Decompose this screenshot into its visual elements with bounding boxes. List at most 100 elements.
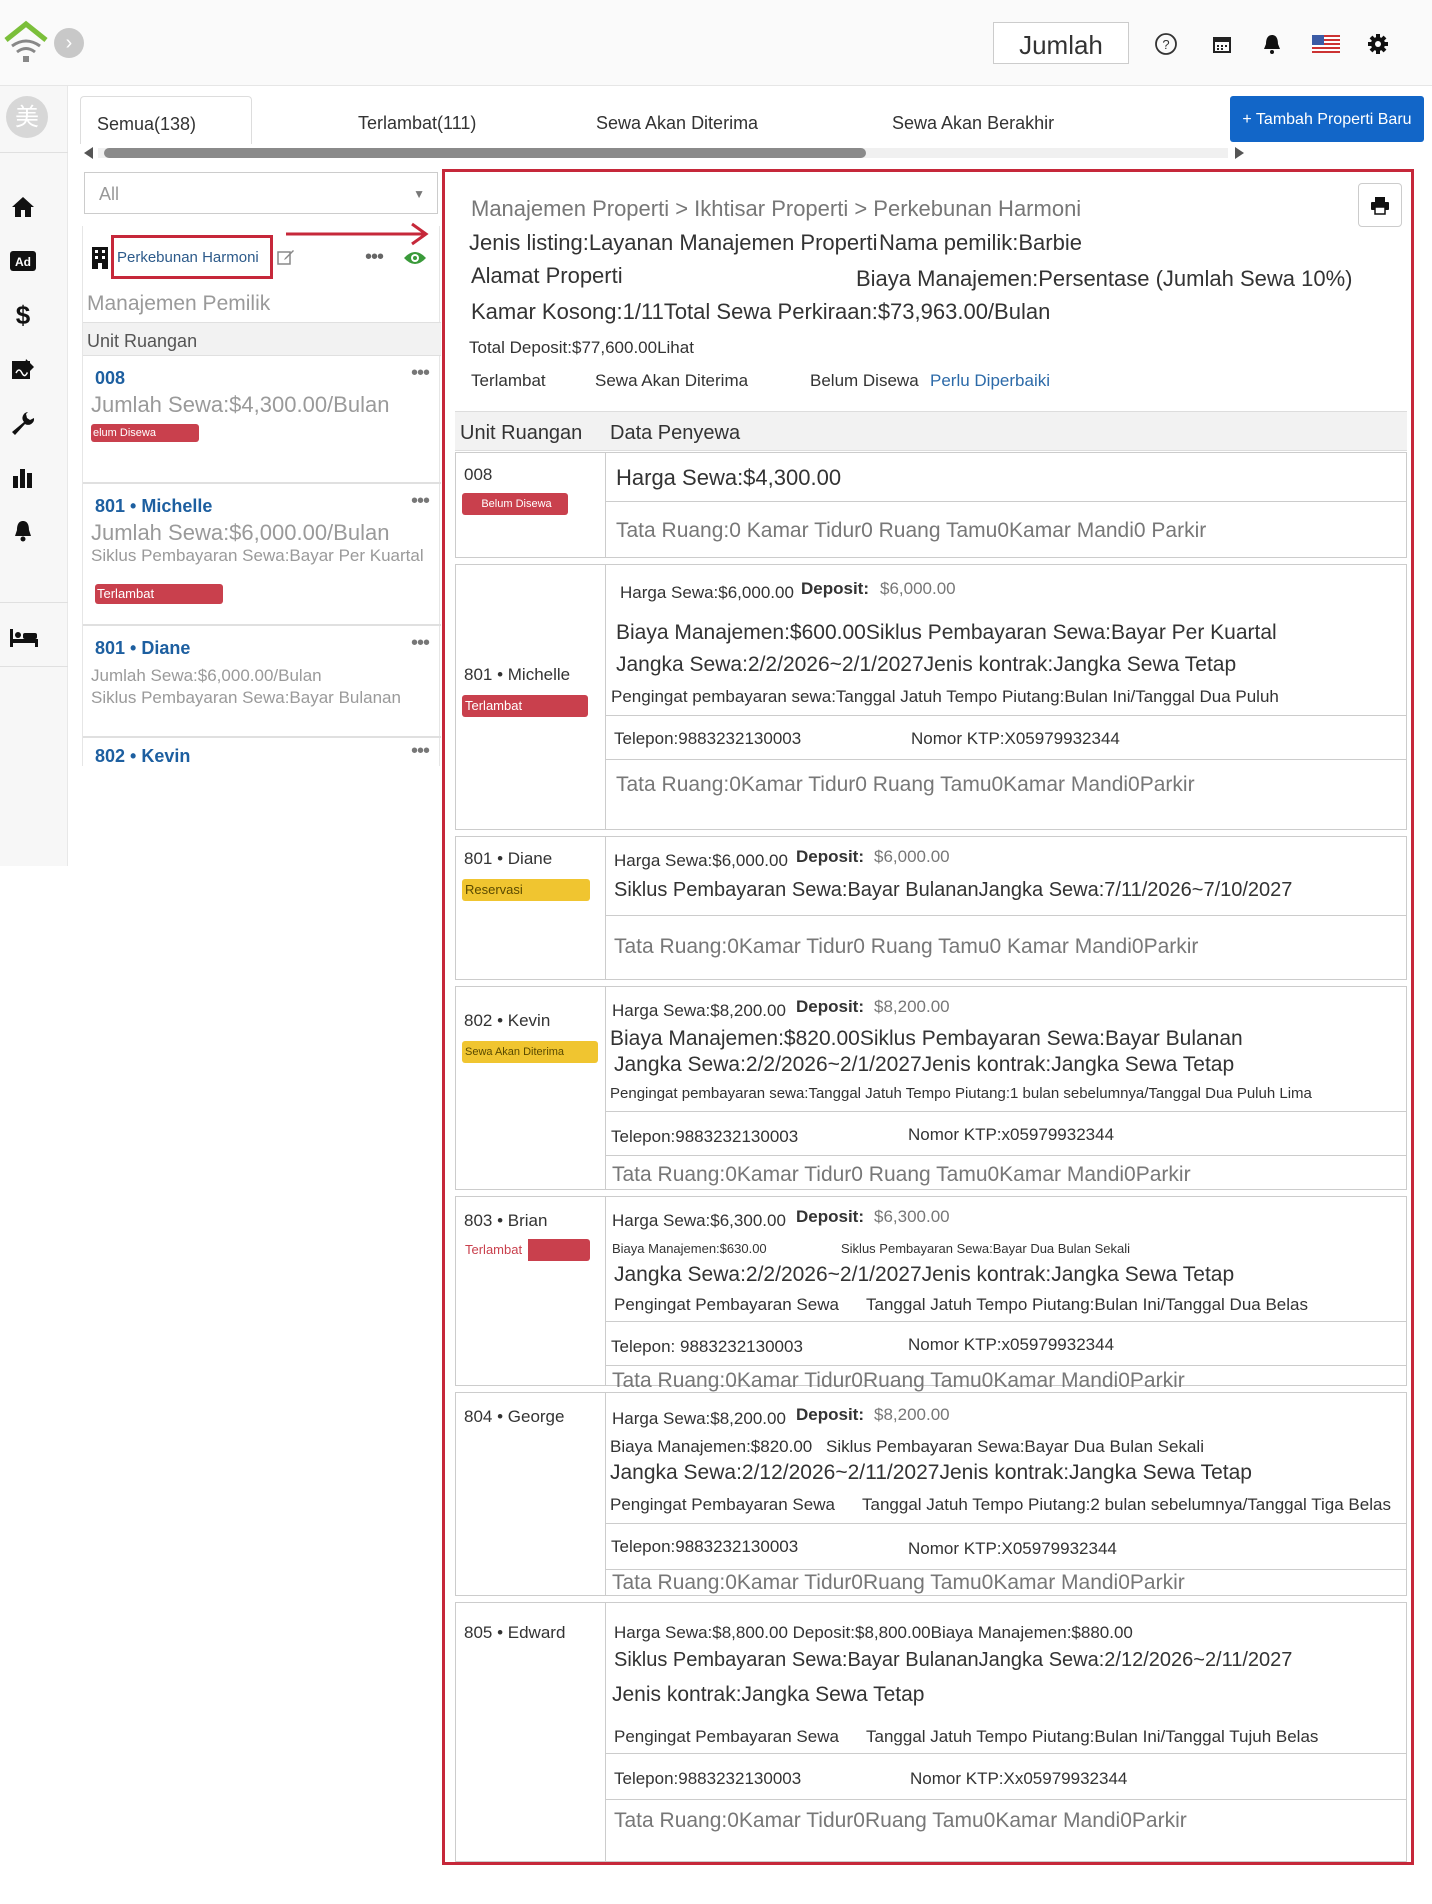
filter-value: All — [99, 184, 120, 204]
unit-name[interactable]: 801 • Michelle — [464, 665, 570, 685]
unit-name[interactable]: 801 • Diane — [464, 849, 552, 869]
tenant-ktp: Nomor KTP:Xx05979932344 — [910, 1769, 1128, 1788]
tab-terlambat[interactable]: Terlambat(111) — [358, 96, 476, 144]
subtab-sewa-akan-diterima[interactable]: Sewa Akan Diterima — [595, 371, 748, 391]
expand-sidebar-button[interactable]: › — [54, 28, 84, 58]
print-button[interactable] — [1358, 183, 1402, 227]
owner-management-label: Manajemen Pemilik — [87, 292, 271, 315]
edit-icon[interactable] — [277, 248, 295, 266]
unit-cell: 804 • George — [456, 1393, 606, 1595]
owner-name: Nama pemilik:Barbie — [879, 230, 1082, 255]
deposit-value: $6,300.00 — [874, 1207, 950, 1226]
table-row[interactable]: 804 • George Harga Sewa:$8,200.00 Deposi… — [455, 1392, 1407, 1596]
row-divider — [606, 1569, 1406, 1570]
settings-icon[interactable] — [1364, 30, 1392, 58]
payment-reminder: Tanggal Jatuh Tempo Piutang:Bulan Ini/Ta… — [866, 1727, 1319, 1746]
unit-rent: Jumlah Sewa:$6,000.00/Bulan — [91, 520, 390, 545]
deposit-label: Deposit: — [796, 1207, 864, 1226]
bar-chart-icon[interactable] — [8, 462, 38, 492]
subtab-perlu-diperbaiki[interactable]: Perlu Diperbaiki — [930, 371, 1050, 391]
property-name[interactable]: Perkebunan Harmoni — [111, 235, 273, 279]
scroll-right-icon[interactable] — [1234, 147, 1244, 159]
bell-icon[interactable] — [8, 516, 38, 546]
more-options-icon[interactable]: ••• — [411, 740, 430, 763]
subtab-belum-disewa[interactable]: Belum Disewa — [810, 371, 919, 391]
unit-title[interactable]: 802 • Kevin — [95, 746, 190, 767]
calendar-icon[interactable] — [1208, 30, 1236, 58]
list-item[interactable]: 801 • Michelle ••• Jumlah Sewa:$6,000.00… — [83, 484, 441, 626]
unit-title[interactable]: 801 • Michelle — [95, 496, 212, 517]
help-icon[interactable]: ? — [1152, 30, 1180, 58]
deposit-total[interactable]: Total Deposit:$77,600.00Lihat — [469, 338, 694, 358]
list-item[interactable]: 801 • Diane ••• Jumlah Sewa:$6,000.00/Bu… — [83, 626, 441, 738]
payment-cycle: Siklus Pembayaran Sewa:Bayar BulananJang… — [614, 879, 1293, 901]
ad-icon[interactable]: Ad — [8, 246, 38, 276]
property-address: Alamat Properti — [471, 263, 623, 288]
status-badge: Sewa Akan Diterima — [462, 1041, 598, 1063]
management-fee: Biaya Manajemen:$820.00 — [610, 1437, 813, 1456]
table-row[interactable]: 008 Belum Disewa Harga Sewa:$4,300.00 Ta… — [455, 452, 1407, 558]
table-row[interactable]: 805 • Edward Harga Sewa:$8,800.00 Deposi… — [455, 1602, 1407, 1862]
breadcrumb[interactable]: Manajemen Properti > Ikhtisar Properti >… — [471, 196, 1081, 222]
table-row[interactable]: 802 • Kevin Sewa Akan Diterima Harga Sew… — [455, 986, 1407, 1190]
management-fee: Biaya Manajemen:Persentase (Jumlah Sewa … — [856, 266, 1353, 291]
room-layout: Tata Ruang:0Kamar Tidur0 Ruang Tamu0Kama… — [616, 773, 1195, 796]
svg-text:$: $ — [16, 301, 31, 329]
bed-icon[interactable] — [8, 622, 40, 652]
row-divider — [606, 915, 1406, 916]
vacancy-summary: Kamar Kosong:1/11Total Sewa Perkiraan:$7… — [471, 299, 1051, 324]
us-flag-icon[interactable] — [1312, 30, 1340, 58]
eye-icon[interactable] — [403, 250, 427, 266]
table-row[interactable]: 801 • Diane Reservasi Harga Sewa:$6,000.… — [455, 836, 1407, 980]
tab-semua[interactable]: Semua(138) — [80, 96, 252, 144]
scroll-left-icon[interactable] — [84, 147, 94, 159]
row-divider — [606, 715, 1406, 716]
dollar-icon[interactable]: $ — [8, 300, 38, 330]
row-divider — [606, 1523, 1406, 1524]
unit-name[interactable]: 802 • Kevin — [464, 1011, 550, 1031]
row-divider — [606, 501, 1406, 502]
tabs-scrollbar[interactable] — [84, 146, 1244, 160]
list-item[interactable]: 008 ••• Jumlah Sewa:$4,300.00/Bulan elum… — [83, 356, 441, 484]
unit-title[interactable]: 008 — [95, 368, 125, 389]
avatar[interactable]: 美 — [6, 96, 48, 138]
subtab-terlambat[interactable]: Terlambat — [471, 371, 546, 391]
rent-price: Harga Sewa:$6,000.00 — [614, 851, 788, 870]
status-badge: elum Disewa — [91, 424, 199, 442]
jumlah-button[interactable]: Jumlah — [993, 22, 1129, 64]
unit-name[interactable]: 805 • Edward — [464, 1623, 565, 1643]
payment-reminder: Tanggal Jatuh Tempo Piutang:Bulan Ini/Ta… — [866, 1295, 1308, 1314]
more-options-icon[interactable]: ••• — [411, 490, 430, 513]
scrollbar-thumb[interactable] — [104, 148, 866, 158]
management-fee: Biaya Manajemen:$600.00Siklus Pembayaran… — [616, 621, 1277, 644]
more-options-icon[interactable]: ••• — [411, 632, 430, 655]
tenant-ktp: Nomor KTP:x05979932344 — [908, 1335, 1115, 1354]
property-filter-select[interactable]: All ▼ — [84, 172, 438, 214]
tab-sewa-akan-berakhir[interactable]: Sewa Akan Berakhir — [892, 96, 1054, 144]
table-row[interactable]: 803 • Brian Terlambat Harga Sewa:$6,300.… — [455, 1196, 1407, 1392]
row-divider — [606, 1799, 1406, 1800]
home-icon[interactable] — [8, 192, 38, 222]
tenant-ktp: Nomor KTP:X05979932344 — [911, 729, 1120, 748]
more-options-icon[interactable]: ••• — [365, 246, 384, 269]
list-item[interactable]: 802 • Kevin ••• — [83, 738, 441, 768]
tab-sewa-akan-diterima[interactable]: Sewa Akan Diterima — [596, 96, 758, 144]
unit-name[interactable]: 804 • George — [464, 1407, 564, 1427]
deposit-label: Deposit: — [796, 1405, 864, 1424]
bell-icon[interactable] — [1258, 30, 1286, 58]
row-divider — [606, 1321, 1406, 1322]
signature-icon[interactable] — [8, 354, 38, 384]
rail-divider — [0, 152, 68, 153]
lease-term: Jangka Sewa:2/12/2026~2/11/2027Jenis kon… — [610, 1461, 1252, 1484]
table-row[interactable]: 801 • Michelle Terlambat Harga Sewa:$6,0… — [455, 564, 1407, 830]
unit-name[interactable]: 803 • Brian — [464, 1211, 547, 1231]
add-property-button[interactable]: + Tambah Properti Baru — [1230, 96, 1424, 142]
rent-deposit-fee: Harga Sewa:$8,800.00 Deposit:$8,800.00Bi… — [614, 1623, 1133, 1642]
row-divider — [606, 1753, 1406, 1754]
unit-name[interactable]: 008 — [464, 465, 492, 485]
payment-cycle: Siklus Pembayaran Sewa:Bayar Dua Bulan S… — [841, 1241, 1131, 1256]
unit-list-header: Unit Ruangan — [83, 322, 441, 356]
more-options-icon[interactable]: ••• — [411, 362, 430, 385]
wrench-icon[interactable] — [8, 408, 38, 438]
unit-title[interactable]: 801 • Diane — [95, 638, 190, 659]
